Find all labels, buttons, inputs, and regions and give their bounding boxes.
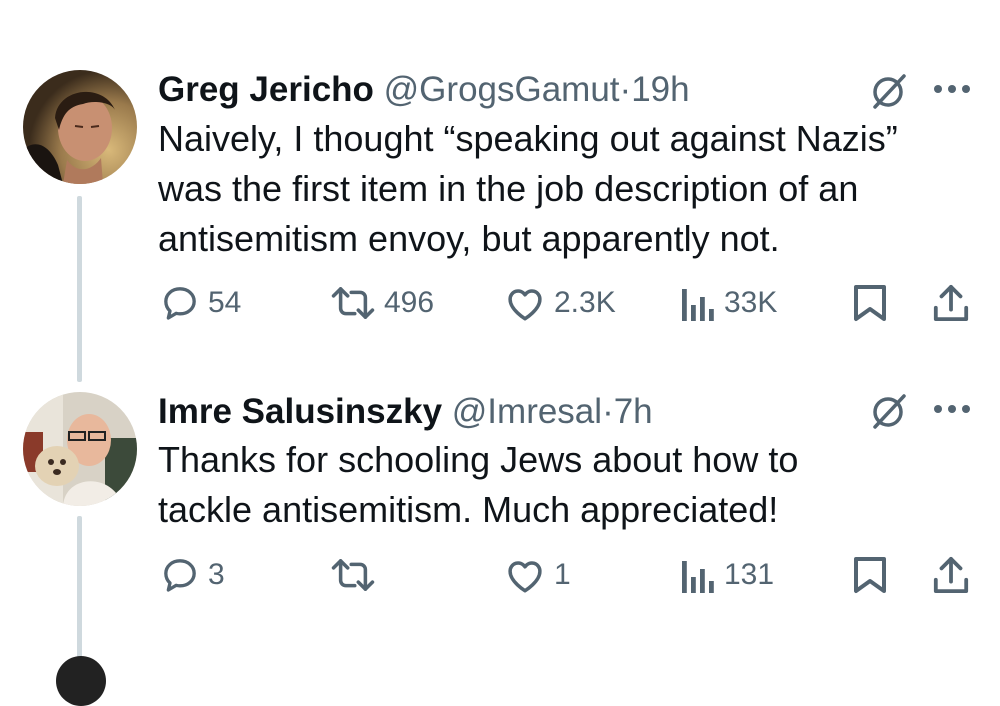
repost-button[interactable] xyxy=(330,555,384,595)
reply-count: 54 xyxy=(208,286,242,319)
tweet-actions: 3 1 131 xyxy=(0,550,1000,600)
tweet[interactable]: Imre Salusinszky @Imresal·7h Thanks for … xyxy=(0,380,1000,665)
repost-icon xyxy=(331,287,375,319)
like-count: 1 xyxy=(554,558,571,591)
display-name[interactable]: Imre Salusinszky xyxy=(158,392,442,431)
timestamp[interactable]: 7h xyxy=(614,392,653,431)
tweet[interactable]: Greg Jericho @GrogsGamut·19h Naively, I … xyxy=(0,0,1000,380)
avatar[interactable] xyxy=(23,70,137,184)
like-count: 2.3K xyxy=(554,286,616,319)
bookmark-button[interactable] xyxy=(852,283,888,323)
separator: · xyxy=(602,392,614,431)
heart-icon xyxy=(508,289,542,321)
reply-icon xyxy=(164,559,196,592)
reply-count: 3 xyxy=(208,558,225,591)
share-button[interactable] xyxy=(932,555,970,595)
views-icon xyxy=(682,561,714,593)
share-icon xyxy=(933,284,969,322)
tweet-actions: 54 496 2.3K 33K xyxy=(0,278,1000,328)
like-button[interactable]: 1 xyxy=(504,555,571,595)
repost-icon xyxy=(331,559,375,591)
view-count: 33K xyxy=(724,286,778,319)
reply-icon xyxy=(164,287,196,320)
user-handle[interactable]: @GrogsGamut xyxy=(384,70,620,109)
tweet-text-line: antisemitism envoy, but apparently not. xyxy=(158,218,780,259)
repost-button[interactable]: 496 xyxy=(330,283,434,323)
display-name[interactable]: Greg Jericho xyxy=(158,70,374,109)
user-handle[interactable]: @Imresal xyxy=(452,392,602,431)
avatar[interactable] xyxy=(23,392,137,506)
separator: · xyxy=(619,70,632,109)
reply-button[interactable]: 3 xyxy=(160,555,225,595)
views-icon xyxy=(682,289,714,321)
view-count: 131 xyxy=(724,558,775,591)
tweet-text-line: was the first item in the job descriptio… xyxy=(158,168,859,209)
heart-icon xyxy=(508,561,542,593)
tweet-header: Imre Salusinszky @Imresal·7h xyxy=(158,392,653,432)
tweet-text-line: Naively, I thought “speaking out against… xyxy=(158,118,898,159)
bookmark-icon xyxy=(854,285,886,321)
reply-button[interactable]: 54 xyxy=(160,283,241,323)
bookmark-icon xyxy=(854,557,886,593)
tweet-text: Naively, I thought “speaking out against… xyxy=(158,114,958,264)
tweet-text-line: tackle antisemitism. Much appreciated! xyxy=(158,489,779,530)
grok-icon[interactable] xyxy=(868,390,910,437)
grok-icon[interactable] xyxy=(868,70,910,117)
tweet-text: Thanks for schooling Jews about how to t… xyxy=(158,435,958,535)
bookmark-button[interactable] xyxy=(852,555,888,595)
share-icon xyxy=(933,556,969,594)
views-button[interactable]: 33K xyxy=(680,283,777,323)
avatar[interactable] xyxy=(56,656,106,706)
timestamp[interactable]: 19h xyxy=(631,70,689,109)
views-button[interactable]: 131 xyxy=(680,555,774,595)
tweet-header: Greg Jericho @GrogsGamut·19h xyxy=(158,70,690,110)
more-icon[interactable] xyxy=(932,402,972,420)
more-icon[interactable] xyxy=(932,82,972,100)
share-button[interactable] xyxy=(932,283,970,323)
repost-count: 496 xyxy=(384,286,435,319)
tweet-text-line: Thanks for schooling Jews about how to xyxy=(158,439,799,480)
like-button[interactable]: 2.3K xyxy=(504,283,616,323)
